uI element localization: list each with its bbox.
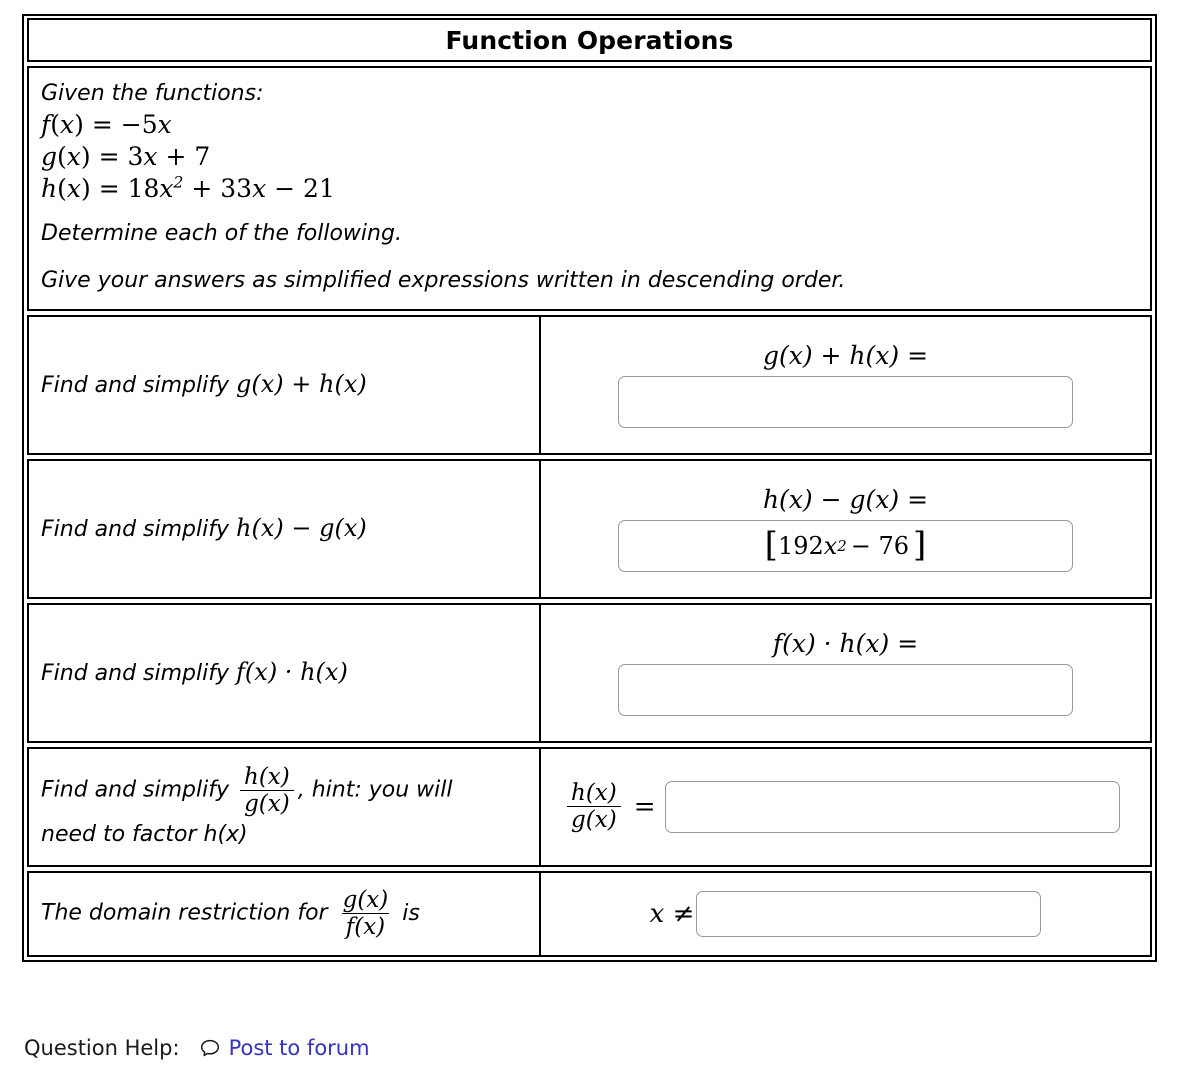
question-title-panel: Function Operations — [27, 18, 1152, 62]
answer-input-quotient[interactable] — [664, 780, 1120, 833]
answer-coefficient: 192 — [777, 532, 824, 561]
answer-variable: x — [823, 532, 838, 561]
question-row-sum-answer-area: g(x) + h(x) = — [541, 317, 1150, 453]
question-row-product: Find and simplify f(x) · h(x) f(x) · h(x… — [27, 602, 1152, 743]
question-row-sum-prompt: Find and simplify g(x) + h(x) — [29, 316, 541, 453]
answer-input-product[interactable] — [618, 664, 1073, 717]
fraction-numerator: h(x) — [571, 780, 617, 807]
not-equal-label: x ≠ — [649, 898, 695, 929]
speech-bubble-icon — [198, 1037, 222, 1061]
question-row-sum: Find and simplify g(x) + h(x) g(x) + h(x… — [27, 314, 1152, 455]
question-row-quotient: Find and simplify h(x) g(x), hint: you wi… — [27, 746, 1152, 867]
prompt-text: Find and simplify — [41, 516, 237, 542]
prompt-line-2: need to factor h(x) — [41, 821, 248, 847]
expression-fraction: h(x) g(x) — [567, 781, 621, 832]
answer-input-domain[interactable] — [696, 890, 1042, 937]
prompt-text: Find and simplify — [41, 777, 237, 803]
open-bracket: [ — [764, 524, 778, 565]
prompt-math: h(x) − g(x) — [236, 513, 367, 542]
prompt-text: The domain restriction for — [41, 900, 335, 926]
question-row-product-answer-area: f(x) · h(x) = — [541, 605, 1150, 741]
question-row-product-prompt: Find and simplify f(x) · h(x) — [29, 604, 541, 741]
question-row-difference: Find and simplify h(x) − g(x) h(x) − g(x… — [27, 458, 1152, 599]
equals-sign: = — [633, 791, 656, 822]
prompt-text: Find and simplify — [41, 660, 237, 686]
question-row-difference-answer-area: h(x) − g(x) = [ 192 x 2 − 76 ] — [541, 461, 1150, 597]
question-row-quotient-prompt: Find and simplify h(x) g(x), hint: you wi… — [29, 748, 541, 865]
question-row-difference-prompt: Find and simplify h(x) − g(x) — [29, 460, 541, 597]
function-definition-g: g(x) = 3x + 7 — [41, 141, 211, 171]
prompt-text: Find and simplify — [41, 372, 237, 398]
function-definition-h: h(x) = 18x2 + 33x − 21 — [41, 173, 335, 203]
answer-tail: − 76 — [850, 532, 910, 561]
answer-input-sum[interactable] — [618, 376, 1073, 429]
prompt-math: f(x) · h(x) — [236, 657, 348, 686]
function-definition-f: f(x) = −5x — [41, 110, 172, 140]
fraction-denominator: g(x) — [240, 789, 294, 816]
post-to-forum-link[interactable]: Post to forum — [229, 1036, 370, 1060]
instruction-line-2: Give your answers as simplified expressi… — [41, 267, 846, 293]
question-frame: Function Operations Given the functions:… — [22, 14, 1157, 962]
prompt-math: g(x) + h(x) — [236, 369, 367, 398]
fraction-numerator: g(x) — [342, 887, 389, 914]
given-functions-list: f(x) = −5x g(x) = 3x + 7 h(x) = 18x2 + 3… — [41, 109, 1150, 204]
question-page: Function Operations Given the functions:… — [0, 0, 1200, 1065]
question-help-label: Question Help: — [24, 1036, 180, 1060]
answer-value-difference: [ 192 x 2 − 76 ] — [764, 524, 927, 565]
question-help-footer: Question Help: Post to forum — [24, 1036, 370, 1060]
prompt-suffix: is — [402, 900, 420, 926]
prompt-suffix: , hint: you will — [297, 777, 453, 803]
instruction-line-1: Determine each of the following. — [41, 221, 402, 247]
answer-input-difference[interactable]: [ 192 x 2 − 76 ] — [618, 520, 1073, 573]
prompt-panel: Given the functions: f(x) = −5x g(x) = 3… — [27, 66, 1152, 311]
prompt-fraction: g(x) f(x) — [339, 888, 393, 939]
question-row-domain-answer-area: x ≠ — [541, 873, 1150, 955]
page-title: Function Operations — [445, 25, 734, 55]
question-row-domain: The domain restriction for g(x) f(x) is x … — [27, 870, 1152, 957]
expression-header: h(x) − g(x) = — [762, 485, 929, 515]
given-functions-label: Given the functions: — [41, 81, 264, 106]
expression-header: f(x) · h(x) = — [772, 629, 919, 659]
close-bracket: ] — [913, 524, 927, 565]
fraction-denominator: f(x) — [341, 913, 390, 939]
question-row-domain-prompt: The domain restriction for g(x) f(x) is — [29, 872, 541, 955]
expression-header: g(x) + h(x) = — [762, 341, 929, 371]
prompt-fraction: h(x) g(x) — [240, 763, 294, 816]
fraction-denominator: g(x) — [567, 806, 621, 832]
fraction-numerator: h(x) — [244, 763, 290, 790]
question-row-quotient-answer-area: h(x) g(x) = — [541, 749, 1150, 865]
